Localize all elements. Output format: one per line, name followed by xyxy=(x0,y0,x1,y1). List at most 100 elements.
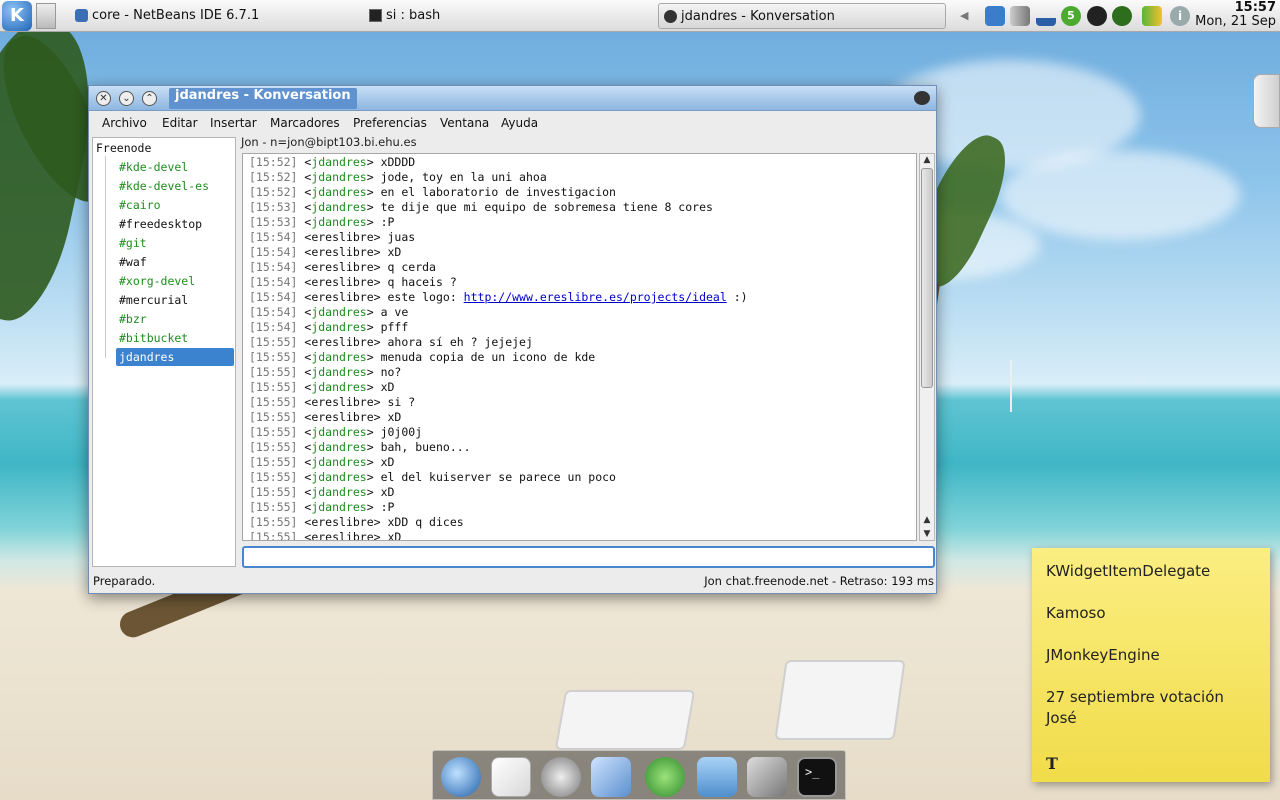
menu-insertar[interactable]: Insertar xyxy=(210,116,257,130)
message-nick[interactable]: jdandres xyxy=(311,185,366,199)
message-nick[interactable]: jdandres xyxy=(311,305,366,319)
tree-channel-item[interactable]: jdandres xyxy=(116,348,234,366)
message-timestamp: [15:55] xyxy=(249,515,298,529)
close-icon[interactable]: ✕ xyxy=(96,91,111,106)
menu-preferencias[interactable]: Preferencias xyxy=(353,116,427,130)
message-nick[interactable]: jdandres xyxy=(311,200,366,214)
network-signal-icon[interactable] xyxy=(1036,6,1056,26)
message-nick[interactable]: jdandres xyxy=(311,215,366,229)
kde-menu-button[interactable]: K xyxy=(2,1,32,31)
message-text: xD xyxy=(380,530,402,541)
message-nick[interactable]: ereslibre xyxy=(311,335,373,349)
menu-marcadores[interactable]: Marcadores xyxy=(270,116,340,130)
message-nick[interactable]: ereslibre xyxy=(311,230,373,244)
menu-ayuda[interactable]: Ayuda xyxy=(501,116,538,130)
info-icon[interactable]: i xyxy=(1170,6,1190,26)
3d-box-icon[interactable] xyxy=(591,757,631,797)
updates-badge-icon[interactable]: 5 xyxy=(1061,6,1081,26)
message-nick[interactable]: jdandres xyxy=(311,170,366,184)
download-manager-icon[interactable] xyxy=(645,757,685,797)
message-nick[interactable]: ereslibre xyxy=(311,260,373,274)
message-timestamp: [15:54] xyxy=(249,275,298,289)
message-nick[interactable]: jdandres xyxy=(311,470,366,484)
volume-icon[interactable] xyxy=(1010,6,1030,26)
sticky-note-widget[interactable]: KWidgetItemDelegate Kamoso JMonkeyEngine… xyxy=(1032,548,1270,782)
amarok-icon[interactable] xyxy=(1112,6,1132,26)
tree-server-freenode[interactable]: Freenode xyxy=(96,139,151,157)
chat-message: [15:55] <ereslibre> si ? xyxy=(249,395,416,409)
menu-archivo[interactable]: Archivo xyxy=(102,116,147,130)
system-settings-icon[interactable] xyxy=(747,757,787,797)
terminal-icon[interactable]: >_ xyxy=(797,757,837,797)
message-nick[interactable]: ereslibre xyxy=(311,275,373,289)
desktop-pager[interactable] xyxy=(36,3,56,29)
message-nick[interactable]: jdandres xyxy=(311,380,366,394)
tree-channel-item[interactable]: #waf xyxy=(116,253,234,271)
chat-message: [15:52] <jdandres> en el laboratorio de … xyxy=(249,185,616,199)
message-nick[interactable]: jdandres xyxy=(311,155,366,169)
clock[interactable]: 15:57 Mon, 21 Sep xyxy=(1195,1,1276,29)
message-nick[interactable]: ereslibre xyxy=(311,530,373,540)
message-text: :P xyxy=(373,215,395,229)
tree-channel-item[interactable]: #mercurial xyxy=(116,291,234,309)
window-titlebar[interactable]: ✕ ⌄ ⌃ jdandres - Konversation xyxy=(89,86,936,111)
file-manager-icon[interactable] xyxy=(697,757,737,797)
message-nick[interactable]: jdandres xyxy=(311,365,366,379)
task-konversation[interactable]: jdandres - Konversation xyxy=(658,3,946,29)
chat-view[interactable]: [15:52] <jdandres> xDDDD [15:52] <jdandre… xyxy=(242,153,917,541)
scroll-down-arrow-icon[interactable]: ▼ xyxy=(920,528,934,540)
message-timestamp: [15:52] xyxy=(249,185,298,199)
message-timestamp: [15:52] xyxy=(249,155,298,169)
message-nick[interactable]: jdandres xyxy=(311,455,366,469)
tree-channel-item[interactable]: #kde-devel xyxy=(116,158,234,176)
message-nick[interactable]: jdandres xyxy=(311,485,366,499)
message-nick[interactable]: jdandres xyxy=(311,425,366,439)
chat-message: [15:54] <ereslibre> este logo: http://ww… xyxy=(249,290,748,304)
message-nick[interactable]: jdandres xyxy=(311,500,366,514)
message-input[interactable] xyxy=(242,546,935,568)
tray-collapse-arrow-icon[interactable]: ◀ xyxy=(960,9,968,22)
message-nick[interactable]: ereslibre xyxy=(311,515,373,529)
task-bash[interactable]: si : bash xyxy=(364,3,644,29)
scroll-up-arrow-icon[interactable]: ▲ xyxy=(920,154,934,166)
tree-channel-item[interactable]: #kde-devel-es xyxy=(116,177,234,195)
message-nick[interactable]: ereslibre xyxy=(311,410,373,424)
mail-composer-icon[interactable] xyxy=(491,757,531,797)
message-nick[interactable]: ereslibre xyxy=(311,290,373,304)
tree-channel-item[interactable]: #xorg-devel xyxy=(116,272,234,290)
message-nick[interactable]: ereslibre xyxy=(311,395,373,409)
battery-power-icon[interactable] xyxy=(1142,6,1162,26)
maximize-icon[interactable]: ⌃ xyxy=(142,91,157,106)
tree-channel-item[interactable]: #cairo xyxy=(116,196,234,214)
chat-message: [15:55] <ereslibre> ahora sí eh ? jejeje… xyxy=(249,335,533,349)
scroll-up-arrow-icon[interactable]: ▲ xyxy=(920,514,934,526)
tree-channel-item[interactable]: #git xyxy=(116,234,234,252)
message-nick[interactable]: jdandres xyxy=(311,320,366,334)
message-link[interactable]: http://www.ereslibre.es/projects/ideal xyxy=(464,290,727,304)
plasma-toolbox-tab[interactable] xyxy=(1253,74,1280,128)
menu-ventana[interactable]: Ventana xyxy=(440,116,489,130)
task-netbeans[interactable]: core - NetBeans IDE 6.7.1 xyxy=(70,3,350,29)
tree-channel-item[interactable]: #bitbucket xyxy=(116,329,234,347)
message-nick[interactable]: jdandres xyxy=(311,350,366,364)
message-nick[interactable]: jdandres xyxy=(311,440,366,454)
menu-editar[interactable]: Editar xyxy=(162,116,198,130)
terminal-icon xyxy=(369,9,382,22)
chat-message: [15:53] <jdandres> :P xyxy=(249,215,395,229)
minimize-icon[interactable]: ⌄ xyxy=(119,91,134,106)
chat-bubble-icon xyxy=(914,91,930,105)
scrollbar-thumb[interactable] xyxy=(921,168,933,388)
chat-message: [15:54] <jdandres> a ve xyxy=(249,305,409,319)
note-line: José xyxy=(1046,709,1077,727)
mail-icon[interactable] xyxy=(985,6,1005,26)
chat-message: [15:54] <ereslibre> q cerda xyxy=(249,260,436,274)
tree-channel-item[interactable]: #freedesktop xyxy=(116,215,234,233)
web-browser-icon[interactable] xyxy=(441,757,481,797)
tree-channel-item[interactable]: #bzr xyxy=(116,310,234,328)
text-format-icon[interactable]: T xyxy=(1046,754,1058,773)
gnu-icon[interactable] xyxy=(541,757,581,797)
konversation-tray-icon[interactable] xyxy=(1087,6,1107,26)
tree-branch-line xyxy=(105,156,106,358)
chat-scrollbar[interactable]: ▲ ▲ ▼ xyxy=(919,153,935,541)
message-nick[interactable]: ereslibre xyxy=(311,245,373,259)
